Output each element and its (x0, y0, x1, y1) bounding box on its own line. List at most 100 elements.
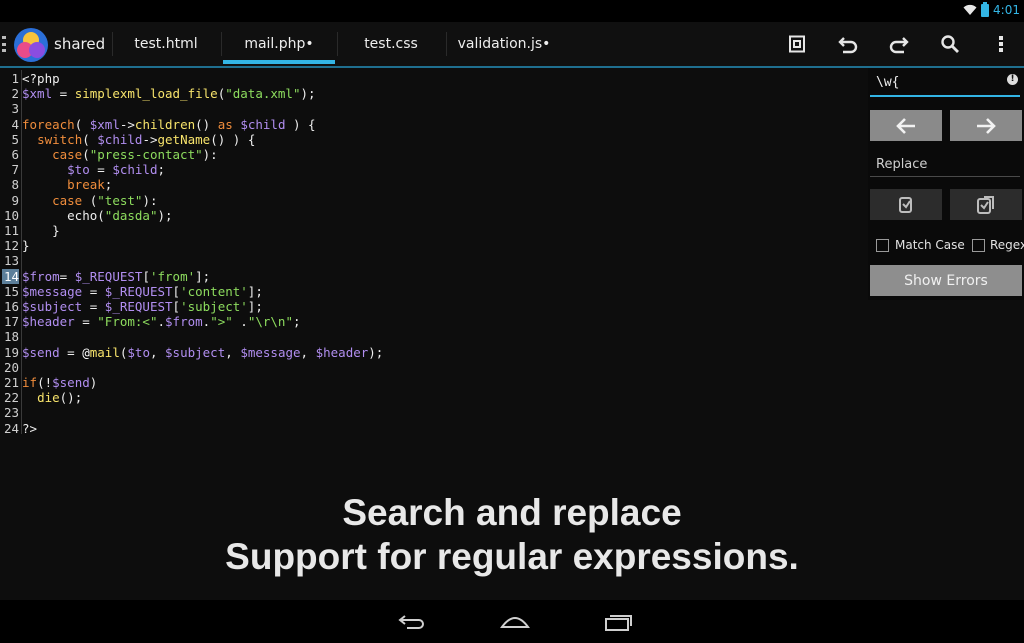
code-token: (! (37, 375, 53, 390)
code-line[interactable]: 12} (2, 238, 30, 253)
code-token: $subject (165, 344, 226, 360)
code-line[interactable]: 8 break; (2, 177, 112, 192)
code-line[interactable]: 13 (2, 253, 22, 268)
code-line[interactable]: 3 (2, 101, 22, 116)
code-line[interactable]: 17 $header = "From:<".$from.">" ."\r\n"; (2, 314, 301, 329)
code-token: $child (240, 116, 286, 132)
replace-input[interactable]: Replace (870, 154, 1020, 176)
line-number: 20 (3, 359, 19, 375)
code-token: "test" (97, 192, 143, 208)
code-line[interactable]: 7 $to = $child; (2, 162, 165, 177)
find-next-button[interactable] (950, 110, 1022, 141)
code-token: $header (22, 314, 75, 330)
redo-icon[interactable] (885, 30, 913, 58)
code-line[interactable]: 2 $xml = simplexml_load_file("data.xml"); (2, 86, 316, 102)
tab-validation-js[interactable]: validation.js• (446, 22, 562, 66)
code-token: ) { (285, 116, 316, 132)
code-token: $message (240, 344, 301, 360)
code-token: = (52, 86, 75, 102)
replace-all-button[interactable] (950, 189, 1022, 220)
code-line[interactable]: 10 echo("dasda"); (2, 208, 173, 223)
search-input[interactable]: \w{ (870, 72, 1020, 94)
code-line[interactable]: 11 } (2, 223, 60, 238)
code-token: break (67, 177, 105, 193)
line-number: 16 (3, 299, 19, 314)
line-number: 14 (2, 268, 19, 284)
back-icon[interactable] (392, 608, 432, 636)
save-icon[interactable] (783, 30, 811, 58)
code-token: echo( (22, 207, 105, 223)
code-token: 'from' (149, 268, 196, 284)
line-number: 17 (3, 314, 19, 330)
line-number: 22 (3, 390, 19, 406)
search-input-underline (870, 95, 1020, 97)
code-token: , (225, 344, 241, 360)
wifi-icon (963, 4, 977, 15)
line-number: 2 (11, 86, 19, 102)
line-number: 21 (3, 375, 19, 390)
code-token: -> (142, 131, 158, 147)
tab-test-css[interactable]: test.css (338, 22, 444, 66)
code-token: } (22, 238, 30, 254)
tab-test-html[interactable]: test.html (112, 22, 220, 66)
code-line[interactable]: 22 die(); (2, 390, 82, 405)
code-token: . (157, 314, 166, 330)
error-info-icon[interactable]: ! (1007, 74, 1018, 85)
code-line[interactable]: 16 $subject = $_REQUEST['subject']; (2, 299, 263, 314)
code-token: $to (67, 162, 90, 178)
code-line[interactable]: 6 case("press-contact"): (2, 147, 217, 162)
app-label[interactable]: shared (54, 35, 105, 53)
code-token: $from (165, 314, 203, 330)
code-token: . (232, 314, 248, 330)
code-line[interactable]: 15 $message = $_REQUEST['content']; (2, 284, 263, 299)
code-token: children (134, 116, 196, 132)
battery-icon (981, 1, 990, 17)
code-token: ); (300, 86, 316, 102)
code-line[interactable]: 18 (2, 329, 22, 344)
code-line[interactable]: 1 <?php (2, 71, 59, 86)
code-line[interactable]: 19 $send = @mail($to, $subject, $message,… (2, 345, 383, 360)
code-token: "dasda" (104, 207, 158, 223)
find-previous-button[interactable] (870, 110, 942, 141)
home-icon[interactable] (495, 608, 535, 636)
code-token: () (195, 116, 218, 132)
undo-icon[interactable] (834, 30, 862, 58)
code-token: (); (59, 390, 83, 406)
code-line[interactable]: 20 (2, 360, 22, 375)
search-icon[interactable] (936, 30, 964, 58)
code-token: = (82, 283, 105, 299)
code-line[interactable]: 21 if(!$send) (2, 375, 97, 390)
code-token: case (52, 147, 83, 162)
code-token: ); (157, 207, 173, 223)
code-token: , (300, 344, 316, 360)
code-line[interactable]: 9 case ("test"): (2, 192, 157, 208)
code-line[interactable]: 4 foreach( $xml->children() as $child ) { (2, 116, 316, 132)
code-token: = (89, 162, 113, 178)
show-errors-button[interactable]: Show Errors (870, 265, 1022, 296)
recent-apps-icon[interactable] (598, 608, 638, 636)
caption-line-1: Search and replace (342, 492, 682, 533)
line-number: 7 (11, 162, 19, 178)
code-line[interactable]: 24 ?> (2, 421, 37, 436)
code-token: $subject (22, 299, 83, 314)
code-token: } (22, 223, 60, 238)
line-number: 12 (3, 238, 19, 254)
code-line[interactable]: 14 $from= $_REQUEST['from']; (2, 268, 210, 284)
app-logo-icon[interactable] (14, 28, 48, 62)
regex-label: Regex (990, 238, 1024, 252)
overflow-menu-icon[interactable] (987, 30, 1015, 58)
code-token: ; (104, 177, 113, 193)
match-case-checkbox[interactable] (876, 239, 889, 252)
replace-button[interactable] (870, 189, 942, 220)
code-line[interactable]: 23 (2, 405, 22, 420)
line-number: 5 (11, 131, 19, 147)
match-case-label: Match Case (895, 238, 965, 252)
code-line[interactable]: 5 switch( $child->getName() ) { (2, 132, 255, 147)
code-token: "press-contact" (89, 147, 203, 162)
code-token: "From:<" (97, 314, 158, 330)
drawer-handle-icon[interactable] (2, 36, 6, 52)
regex-checkbox[interactable] (972, 239, 985, 252)
